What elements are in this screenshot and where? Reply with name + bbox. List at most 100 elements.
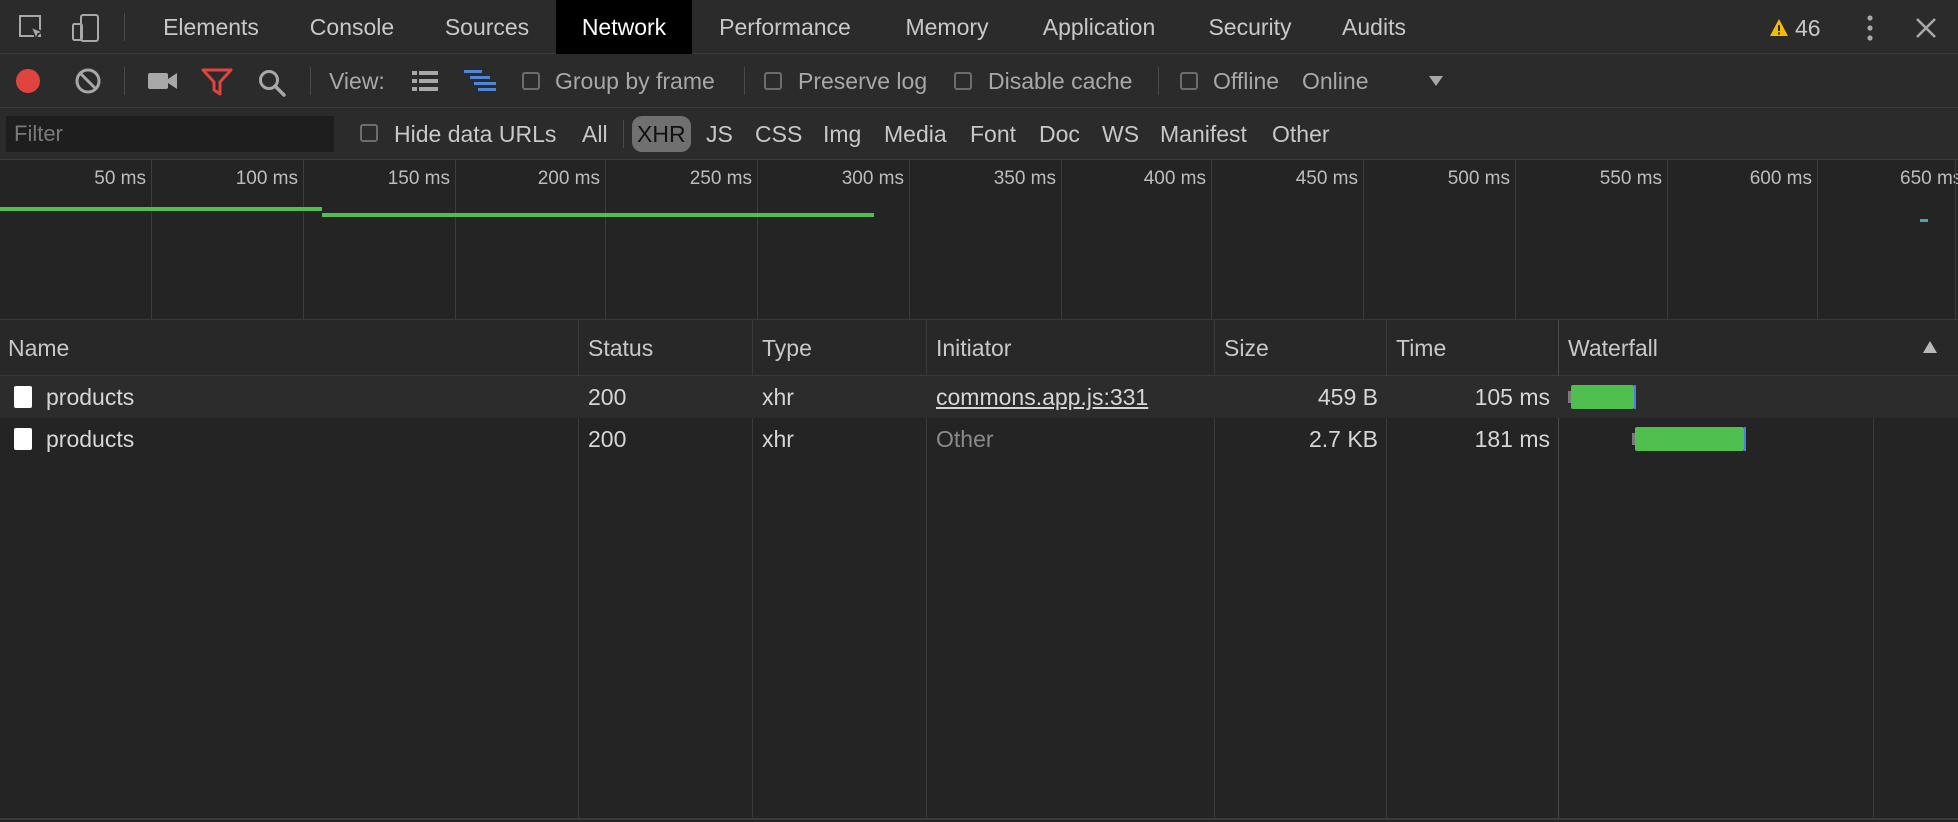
preserve-log-label: Preserve log [798,68,928,94]
document-icon [14,386,32,408]
group-by-frame-checkbox[interactable] [522,72,540,90]
grid-line [1211,160,1212,320]
filter-icon[interactable] [200,67,234,97]
request-type: xhr [762,426,794,452]
filter-type-all[interactable]: All [582,116,608,152]
tab-network[interactable]: Network [556,0,692,54]
column-time[interactable]: Time [1396,320,1446,376]
more-options-icon[interactable] [1852,10,1888,46]
tick-label: 600 ms [1749,168,1812,189]
filter-bar: Hide data URLs All XHR JS CSS Img Media … [0,108,1958,160]
filter-type-doc[interactable]: Doc [1039,116,1080,152]
tab-audits[interactable]: Audits [1332,0,1416,54]
grid-line [1955,160,1956,320]
tick-label: 150 ms [387,168,450,189]
large-rows-icon[interactable] [408,67,442,95]
capture-screenshots-icon[interactable] [146,67,180,95]
request-time: 181 ms [1474,426,1550,452]
filter-type-css[interactable]: CSS [755,116,802,152]
tick-label: 400 ms [1143,168,1206,189]
request-size: 459 B [1317,384,1378,410]
tick-label: 450 ms [1295,168,1358,189]
tab-memory[interactable]: Memory [888,0,1006,54]
record-button[interactable] [14,67,42,95]
grid-line [1061,160,1062,320]
filter-type-media[interactable]: Media [884,116,947,152]
filter-type-img[interactable]: Img [823,116,861,152]
tick-label: 50 ms [94,168,146,189]
column-waterfall[interactable]: Waterfall [1568,320,1658,376]
filter-input[interactable] [6,116,334,152]
request-table-header: Name Status Type Initiator Size Time Wat… [0,320,1958,376]
grid-line [1515,160,1516,320]
show-overview-icon[interactable] [462,67,498,95]
grid-line [909,160,910,320]
divider [623,120,624,148]
clear-icon[interactable] [74,67,102,95]
overview-request-bar [0,207,322,211]
filter-type-other[interactable]: Other [1272,116,1330,152]
divider [1158,67,1159,95]
preserve-log-checkbox[interactable] [764,72,782,90]
tab-elements[interactable]: Elements [150,0,272,54]
table-row[interactable]: products 200 xhr commons.app.js:331 459 … [0,376,1958,418]
request-status: 200 [588,426,627,452]
search-icon[interactable] [256,67,288,99]
device-toolbar-icon[interactable] [68,10,104,46]
request-initiator: Other [936,426,994,452]
column-initiator[interactable]: Initiator [936,320,1011,376]
document-icon [14,428,32,450]
column-size[interactable]: Size [1224,320,1269,376]
offline-label: Offline [1213,68,1280,94]
view-label: View: [329,68,385,94]
throttling-select[interactable]: Online [1302,54,1368,108]
initiator-link[interactable]: commons.app.js:331 [936,376,1148,418]
close-icon[interactable] [1908,10,1944,46]
inspect-element-icon[interactable] [14,10,50,46]
hide-data-urls-label: Hide data URLs [394,121,557,147]
tick-label: 300 ms [841,168,904,189]
grid-line [757,160,758,320]
tab-application[interactable]: Application [1030,0,1168,54]
disable-cache-label: Disable cache [988,68,1133,94]
tab-console[interactable]: Console [292,0,412,54]
disable-cache-checkbox[interactable] [954,72,972,90]
tick-label: 250 ms [689,168,752,189]
tick-label: 350 ms [993,168,1056,189]
grid-line [1667,160,1668,320]
filter-type-js[interactable]: JS [706,116,733,152]
group-by-frame-label: Group by frame [555,68,715,94]
hide-data-urls-checkbox[interactable] [360,124,378,142]
filter-type-xhr[interactable]: XHR [632,116,691,152]
grid-line [1817,160,1818,320]
tick-label: 200 ms [537,168,600,189]
request-size: 2.7 KB [1308,426,1378,452]
chevron-down-icon[interactable] [1424,72,1448,90]
tick-label: 500 ms [1447,168,1510,189]
waterfall-bar [1632,427,1746,451]
request-time: 105 ms [1474,384,1550,410]
warnings-counter[interactable]: 46 [1769,14,1821,42]
tick-label: 550 ms [1599,168,1662,189]
tab-security[interactable]: Security [1192,0,1308,54]
request-type: xhr [762,384,794,410]
divider [124,67,125,95]
timeline-overview[interactable]: 50 ms 100 ms 150 ms 200 ms 250 ms 300 ms… [0,160,1958,320]
column-status[interactable]: Status [588,320,653,376]
filter-type-font[interactable]: Font [970,116,1016,152]
offline-checkbox[interactable] [1180,72,1198,90]
sort-ascending-icon[interactable] [1922,340,1938,359]
tick-label: 650 ms [1900,168,1958,189]
filter-type-manifest[interactable]: Manifest [1160,116,1247,152]
grid-line [605,160,606,320]
grid-line [455,160,456,320]
filter-type-ws[interactable]: WS [1102,116,1139,152]
network-toolbar: View: Group by frame Preserve log Disabl… [0,54,1958,108]
table-row[interactable]: products 200 xhr Other 2.7 KB 181 ms [0,418,1958,460]
devtools-tab-bar: Elements Console Sources Network Perform… [0,0,1958,54]
tab-sources[interactable]: Sources [432,0,542,54]
overview-request-bar [322,213,874,217]
column-type[interactable]: Type [762,320,812,376]
tab-performance[interactable]: Performance [706,0,864,54]
column-name[interactable]: Name [8,320,69,376]
